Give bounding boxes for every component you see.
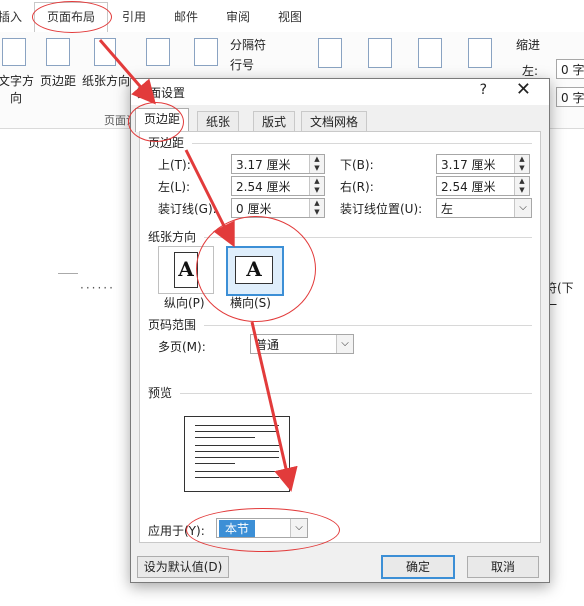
annotation-arrow (98, 39, 156, 105)
annotation-arrows (98, 39, 298, 492)
annotation-arrow (250, 321, 298, 492)
annotation-arrow (184, 149, 235, 248)
